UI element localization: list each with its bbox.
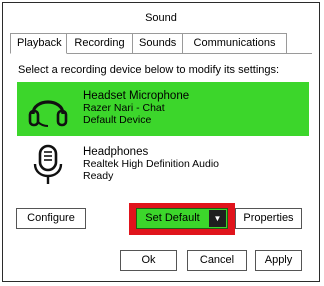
apply-button[interactable]: Apply — [255, 250, 302, 271]
device-driver: Razer Nari - Chat — [83, 102, 165, 114]
window-title: Sound — [145, 12, 177, 24]
device-name: Headphones — [83, 146, 149, 158]
set-default-split-button[interactable]: Set Default ▼ — [136, 208, 228, 229]
headset-icon — [28, 100, 68, 127]
cancel-button[interactable]: Cancel — [187, 250, 247, 271]
device-status: Ready — [83, 170, 114, 182]
tab-sounds[interactable]: Sounds — [133, 33, 183, 54]
device-driver: Realtek High Definition Audio — [83, 158, 219, 170]
set-default-button[interactable]: Set Default — [137, 209, 208, 228]
device-text: Headset Microphone Razer Nari - Chat Def… — [83, 90, 189, 126]
tab-recording[interactable]: Recording — [67, 33, 133, 54]
dropdown-arrow-icon[interactable]: ▼ — [209, 210, 226, 227]
tab-bar: Playback Recording Sounds Communications — [10, 33, 287, 54]
tab-playback[interactable]: Playback — [10, 33, 67, 54]
instruction-text: Select a recording device below to modif… — [18, 64, 280, 76]
tab-communications[interactable]: Communications — [183, 33, 287, 54]
device-status: Default Device — [83, 114, 152, 126]
properties-button[interactable]: Properties — [235, 208, 302, 229]
ok-button[interactable]: Ok — [120, 250, 177, 271]
configure-button[interactable]: Configure — [16, 208, 86, 229]
microphone-icon — [33, 144, 63, 184]
sound-dialog: Sound Playback Recording Sounds Communic… — [2, 2, 320, 282]
device-list: Headset Microphone Razer Nari - Chat Def… — [17, 82, 309, 192]
device-name: Headset Microphone — [83, 90, 190, 102]
device-item-headset-microphone[interactable]: Headset Microphone Razer Nari - Chat Def… — [17, 82, 309, 136]
device-item-headphones[interactable]: Headphones Realtek High Definition Audio… — [17, 138, 309, 192]
device-text: Headphones Realtek High Definition Audio… — [83, 146, 219, 182]
